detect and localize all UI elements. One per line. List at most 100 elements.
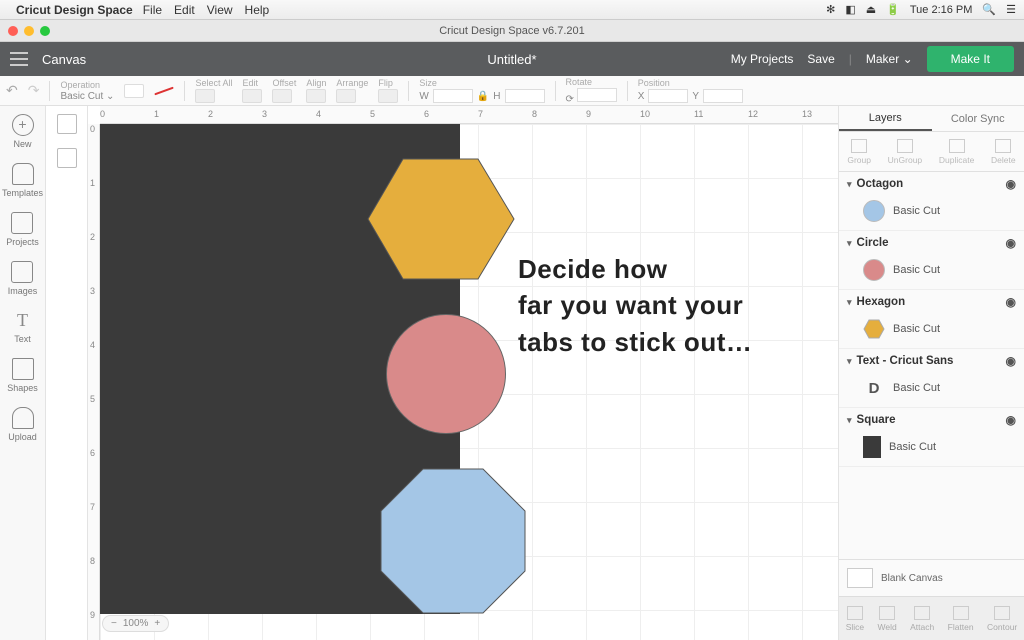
layer-circle[interactable]: ▾Circle◉ Basic Cut (839, 231, 1024, 290)
mac-status-right: ✻ ◧ ⏏ 🔋 Tue 2:16 PM 🔍 ☰ (826, 3, 1016, 16)
weld-button[interactable]: Weld (878, 606, 897, 632)
menu-file[interactable]: File (143, 3, 162, 17)
projects-icon (11, 212, 33, 234)
caret-icon[interactable]: ▾ (847, 415, 852, 426)
flip-dropdown[interactable] (378, 89, 398, 103)
arrange-dropdown[interactable] (336, 89, 356, 103)
caret-icon[interactable]: ▾ (847, 297, 852, 308)
undo-button[interactable]: ↶ (6, 82, 18, 99)
operation-dropdown[interactable]: Basic Cut ⌄ (60, 91, 114, 102)
width-input[interactable] (433, 89, 473, 103)
ungroup-icon (897, 139, 913, 153)
line-style[interactable] (155, 86, 174, 95)
zoom-out-button[interactable]: − (111, 618, 117, 629)
offset-button[interactable] (272, 89, 292, 103)
visibility-icon[interactable]: ◉ (1006, 295, 1016, 309)
status-battery-icon[interactable]: 🔋 (886, 3, 900, 16)
hamburger-icon[interactable] (10, 52, 28, 66)
delete-button[interactable]: Delete (991, 139, 1016, 165)
visibility-icon[interactable]: ◉ (1006, 177, 1016, 191)
text-icon: T (17, 310, 28, 331)
lock-icon[interactable]: 🔒 (477, 91, 489, 102)
sidebar-item-templates[interactable]: Templates (2, 163, 43, 198)
weld-icon (879, 606, 895, 620)
caret-icon[interactable]: ▾ (847, 179, 852, 190)
attach-icon (914, 606, 930, 620)
menu-help[interactable]: Help (245, 3, 270, 17)
ungroup-button[interactable]: UnGroup (888, 139, 923, 165)
menu-edit[interactable]: Edit (174, 3, 195, 17)
redo-button[interactable]: ↷ (28, 82, 40, 99)
flatten-button[interactable]: Flatten (948, 606, 974, 632)
sidebar-item-shapes[interactable]: Shapes (7, 358, 38, 393)
upload-icon (12, 407, 34, 429)
caret-icon[interactable]: ▾ (847, 356, 852, 367)
select-all-button[interactable] (195, 89, 215, 103)
edit-dropdown[interactable] (242, 89, 262, 103)
minimize-icon[interactable] (24, 26, 34, 36)
height-input[interactable] (505, 89, 545, 103)
sidebar-item-new[interactable]: New (12, 114, 34, 149)
canvas[interactable]: 012345678910111213 0123456789 Decide how… (88, 106, 838, 640)
machine-selector[interactable]: Maker ⌄ (866, 52, 913, 66)
duplicate-button[interactable]: Duplicate (939, 139, 974, 165)
layer-swatch-icon (863, 259, 885, 281)
window-title: Cricut Design Space v6.7.201 (0, 25, 1024, 37)
sidebar-item-images[interactable]: Images (8, 261, 38, 296)
layer-hexagon[interactable]: ▾Hexagon◉ Basic Cut (839, 290, 1024, 349)
zoom-icon[interactable] (40, 26, 50, 36)
tab-color-sync[interactable]: Color Sync (932, 106, 1024, 131)
control-center-icon[interactable]: ☰ (1006, 3, 1016, 16)
visibility-icon[interactable]: ◉ (1006, 413, 1016, 427)
chevron-down-icon: ⌄ (903, 52, 913, 66)
status-icon[interactable]: ⏏ (866, 3, 876, 16)
layer-square[interactable]: ▾Square◉ Basic Cut (839, 408, 1024, 467)
layer-text[interactable]: ▾Text - Cricut Sans◉ DBasic Cut (839, 349, 1024, 408)
slice-button[interactable]: Slice (846, 606, 864, 632)
contour-button[interactable]: Contour (987, 606, 1017, 632)
sidebar-item-projects[interactable]: Projects (6, 212, 39, 247)
make-it-button[interactable]: Make It (927, 46, 1014, 72)
sidebar-item-text[interactable]: TText (14, 310, 31, 344)
canvas-label: Canvas (42, 52, 86, 67)
visibility-icon[interactable]: ◉ (1006, 354, 1016, 368)
shape-circle[interactable] (386, 314, 506, 434)
vt-icon[interactable] (57, 148, 77, 168)
mac-app-name[interactable]: Cricut Design Space (16, 3, 133, 17)
blank-canvas-swatch (847, 568, 873, 588)
color-swatch[interactable] (124, 84, 144, 98)
zoom-control: − 100% + (102, 615, 169, 632)
layer-octagon[interactable]: ▾Octagon◉ Basic Cut (839, 172, 1024, 231)
pos-x-input[interactable] (648, 89, 688, 103)
status-icon[interactable]: ✻ (826, 3, 835, 16)
caret-icon[interactable]: ▾ (847, 238, 852, 249)
canvas-text[interactable]: Decide how far you want your tabs to sti… (518, 251, 752, 360)
menu-view[interactable]: View (207, 3, 233, 17)
my-projects-link[interactable]: My Projects (731, 52, 794, 66)
status-clock[interactable]: Tue 2:16 PM (910, 4, 973, 16)
visibility-icon[interactable]: ◉ (1006, 236, 1016, 250)
align-dropdown[interactable] (306, 89, 326, 103)
spotlight-icon[interactable]: 🔍 (982, 3, 996, 16)
ruler-horizontal: 012345678910111213 (100, 106, 838, 124)
group-icon (851, 139, 867, 153)
vt-icon[interactable] (57, 114, 77, 134)
group-button[interactable]: Group (847, 139, 871, 165)
shape-octagon[interactable] (378, 466, 528, 616)
tab-layers[interactable]: Layers (839, 106, 932, 131)
ruler-vertical: 0123456789 (88, 124, 100, 640)
close-icon[interactable] (8, 26, 18, 36)
pos-y-input[interactable] (703, 89, 743, 103)
zoom-in-button[interactable]: + (154, 618, 160, 629)
right-panel: Layers Color Sync Group UnGroup Duplicat… (838, 106, 1024, 640)
attach-button[interactable]: Attach (910, 606, 934, 632)
layer-tools: Group UnGroup Duplicate Delete (839, 132, 1024, 172)
rotate-input[interactable] (577, 88, 617, 102)
zoom-value: 100% (123, 618, 149, 629)
sidebar-item-upload[interactable]: Upload (8, 407, 37, 442)
status-icon[interactable]: ◧ (845, 3, 855, 16)
delete-icon (995, 139, 1011, 153)
save-link[interactable]: Save (807, 52, 834, 66)
shape-hexagon[interactable] (366, 154, 516, 284)
blank-canvas-row[interactable]: Blank Canvas (839, 559, 1024, 596)
